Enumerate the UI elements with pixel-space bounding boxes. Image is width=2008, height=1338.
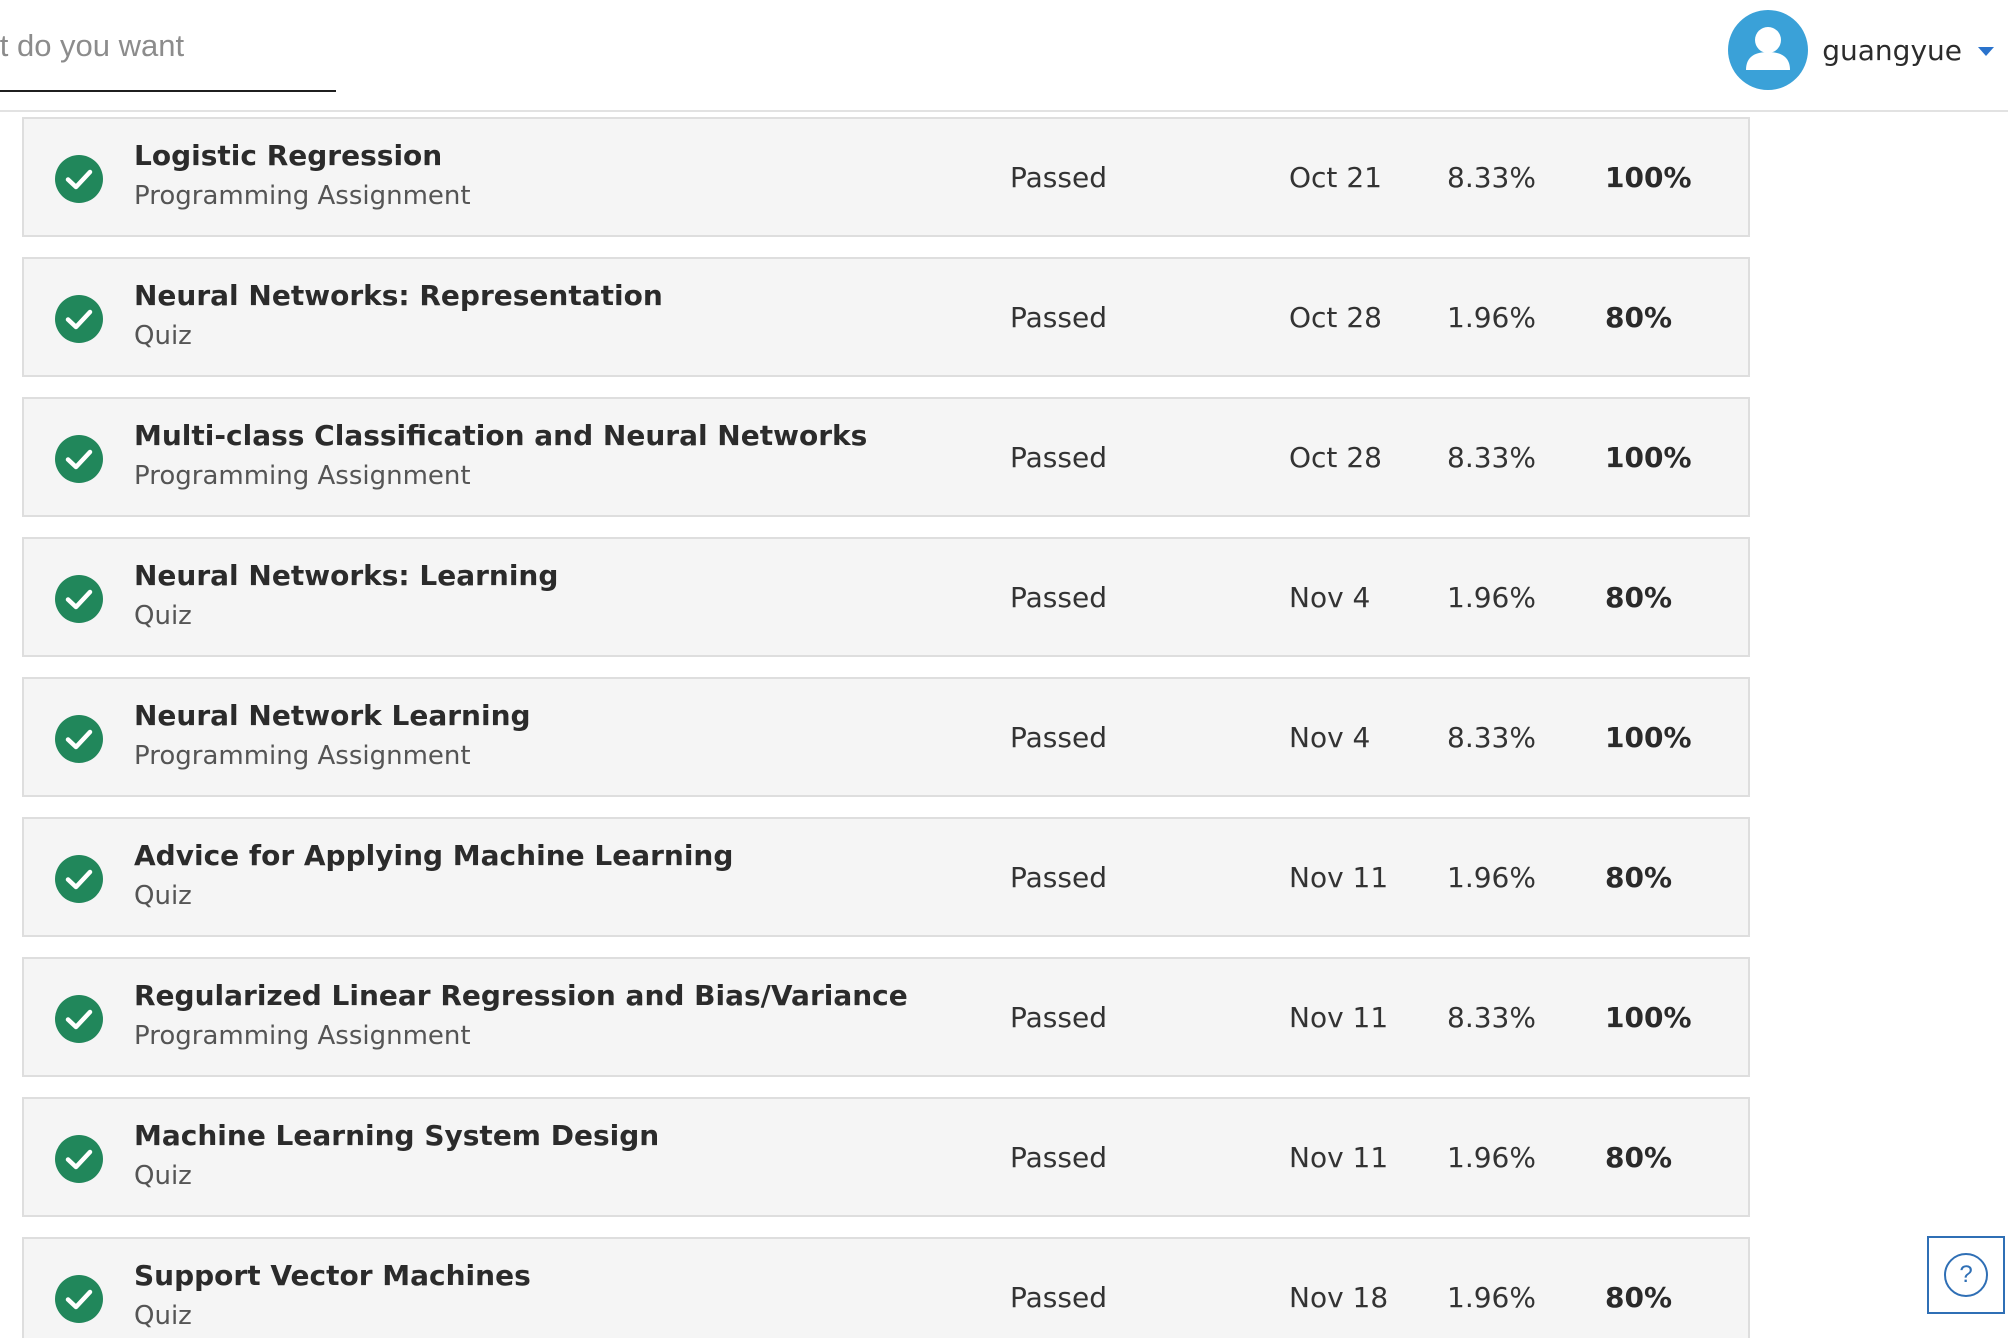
- item-due-date: Nov 11: [1289, 1001, 1389, 1034]
- item-title[interactable]: Multi-class Classification and Neural Ne…: [134, 419, 867, 452]
- item-status: Passed: [1010, 1141, 1107, 1174]
- item-weight: 1.96%: [1447, 581, 1536, 614]
- table-row[interactable]: Neural Network Learning Programming Assi…: [22, 677, 1750, 797]
- item-due-date: Oct 28: [1289, 301, 1382, 334]
- item-status: Passed: [1010, 581, 1107, 614]
- item-weight: 8.33%: [1447, 721, 1536, 754]
- item-grade: 80%: [1605, 581, 1673, 614]
- username[interactable]: guangyue: [1822, 34, 1962, 67]
- item-type: Quiz: [134, 321, 192, 351]
- item-status: Passed: [1010, 161, 1107, 194]
- item-type: Quiz: [134, 1301, 192, 1331]
- item-title[interactable]: Neural Network Learning: [134, 699, 531, 732]
- user-menu[interactable]: guangyue: [1728, 8, 2008, 92]
- item-type: Programming Assignment: [134, 181, 471, 211]
- item-type: Programming Assignment: [134, 461, 471, 491]
- table-row[interactable]: Logistic Regression Programming Assignme…: [22, 117, 1750, 237]
- item-weight: 8.33%: [1447, 1001, 1536, 1034]
- item-due-date: Nov 11: [1289, 861, 1389, 894]
- item-weight: 1.96%: [1447, 1141, 1536, 1174]
- help-button[interactable]: ?: [1927, 1236, 2005, 1314]
- item-due-date: Nov 4: [1289, 581, 1371, 614]
- item-due-date: Nov 4: [1289, 721, 1371, 754]
- check-circle-icon: [55, 1135, 103, 1183]
- item-grade: 80%: [1605, 301, 1673, 334]
- check-circle-icon: [55, 1275, 103, 1323]
- item-title[interactable]: Regularized Linear Regression and Bias/V…: [134, 979, 908, 1012]
- item-grade: 100%: [1605, 1001, 1692, 1034]
- item-due-date: Oct 28: [1289, 441, 1382, 474]
- check-circle-icon: [55, 155, 103, 203]
- check-circle-icon: [55, 295, 103, 343]
- table-row[interactable]: Multi-class Classification and Neural Ne…: [22, 397, 1750, 517]
- check-circle-icon: [55, 855, 103, 903]
- item-grade: 100%: [1605, 161, 1692, 194]
- table-row[interactable]: Machine Learning System Design Quiz Pass…: [22, 1097, 1750, 1217]
- item-status: Passed: [1010, 1001, 1107, 1034]
- item-grade: 80%: [1605, 1281, 1673, 1314]
- check-circle-icon: [55, 715, 103, 763]
- chevron-down-icon[interactable]: [1978, 46, 1994, 56]
- item-type: Quiz: [134, 881, 192, 911]
- table-row[interactable]: Support Vector Machines Quiz Passed Nov …: [22, 1237, 1750, 1338]
- item-weight: 8.33%: [1447, 161, 1536, 194]
- table-row[interactable]: Advice for Applying Machine Learning Qui…: [22, 817, 1750, 937]
- item-due-date: Nov 18: [1289, 1281, 1389, 1314]
- search-input[interactable]: [0, 18, 336, 74]
- item-title[interactable]: Advice for Applying Machine Learning: [134, 839, 733, 872]
- top-header: guangyue: [0, 0, 2008, 112]
- item-title[interactable]: Neural Networks: Representation: [134, 279, 663, 312]
- help-icon: ?: [1944, 1253, 1988, 1297]
- item-weight: 1.96%: [1447, 1281, 1536, 1314]
- item-grade: 80%: [1605, 1141, 1673, 1174]
- item-weight: 1.96%: [1447, 861, 1536, 894]
- item-status: Passed: [1010, 721, 1107, 754]
- item-title[interactable]: Machine Learning System Design: [134, 1119, 659, 1152]
- item-status: Passed: [1010, 1281, 1107, 1314]
- item-status: Passed: [1010, 441, 1107, 474]
- item-type: Programming Assignment: [134, 741, 471, 771]
- avatar[interactable]: [1728, 10, 1809, 90]
- item-type: Quiz: [134, 1161, 192, 1191]
- item-grade: 100%: [1605, 721, 1692, 754]
- check-circle-icon: [55, 995, 103, 1043]
- table-row[interactable]: Neural Networks: Representation Quiz Pas…: [22, 257, 1750, 377]
- item-title[interactable]: Neural Networks: Learning: [134, 559, 558, 592]
- grades-list: Logistic Regression Programming Assignme…: [22, 117, 1750, 1338]
- table-row[interactable]: Neural Networks: Learning Quiz Passed No…: [22, 537, 1750, 657]
- item-due-date: Oct 21: [1289, 161, 1382, 194]
- item-grade: 100%: [1605, 441, 1692, 474]
- item-type: Programming Assignment: [134, 1021, 471, 1051]
- item-due-date: Nov 11: [1289, 1141, 1389, 1174]
- item-status: Passed: [1010, 861, 1107, 894]
- item-weight: 8.33%: [1447, 441, 1536, 474]
- page: guangyue Logistic Regression Programming…: [0, 0, 2008, 1338]
- item-title[interactable]: Logistic Regression: [134, 139, 442, 172]
- search-bar[interactable]: [0, 0, 336, 92]
- item-title[interactable]: Support Vector Machines: [134, 1259, 531, 1292]
- item-status: Passed: [1010, 301, 1107, 334]
- item-grade: 80%: [1605, 861, 1673, 894]
- item-weight: 1.96%: [1447, 301, 1536, 334]
- check-circle-icon: [55, 435, 103, 483]
- item-type: Quiz: [134, 601, 192, 631]
- user-icon: [1746, 27, 1791, 70]
- check-circle-icon: [55, 575, 103, 623]
- table-row[interactable]: Regularized Linear Regression and Bias/V…: [22, 957, 1750, 1077]
